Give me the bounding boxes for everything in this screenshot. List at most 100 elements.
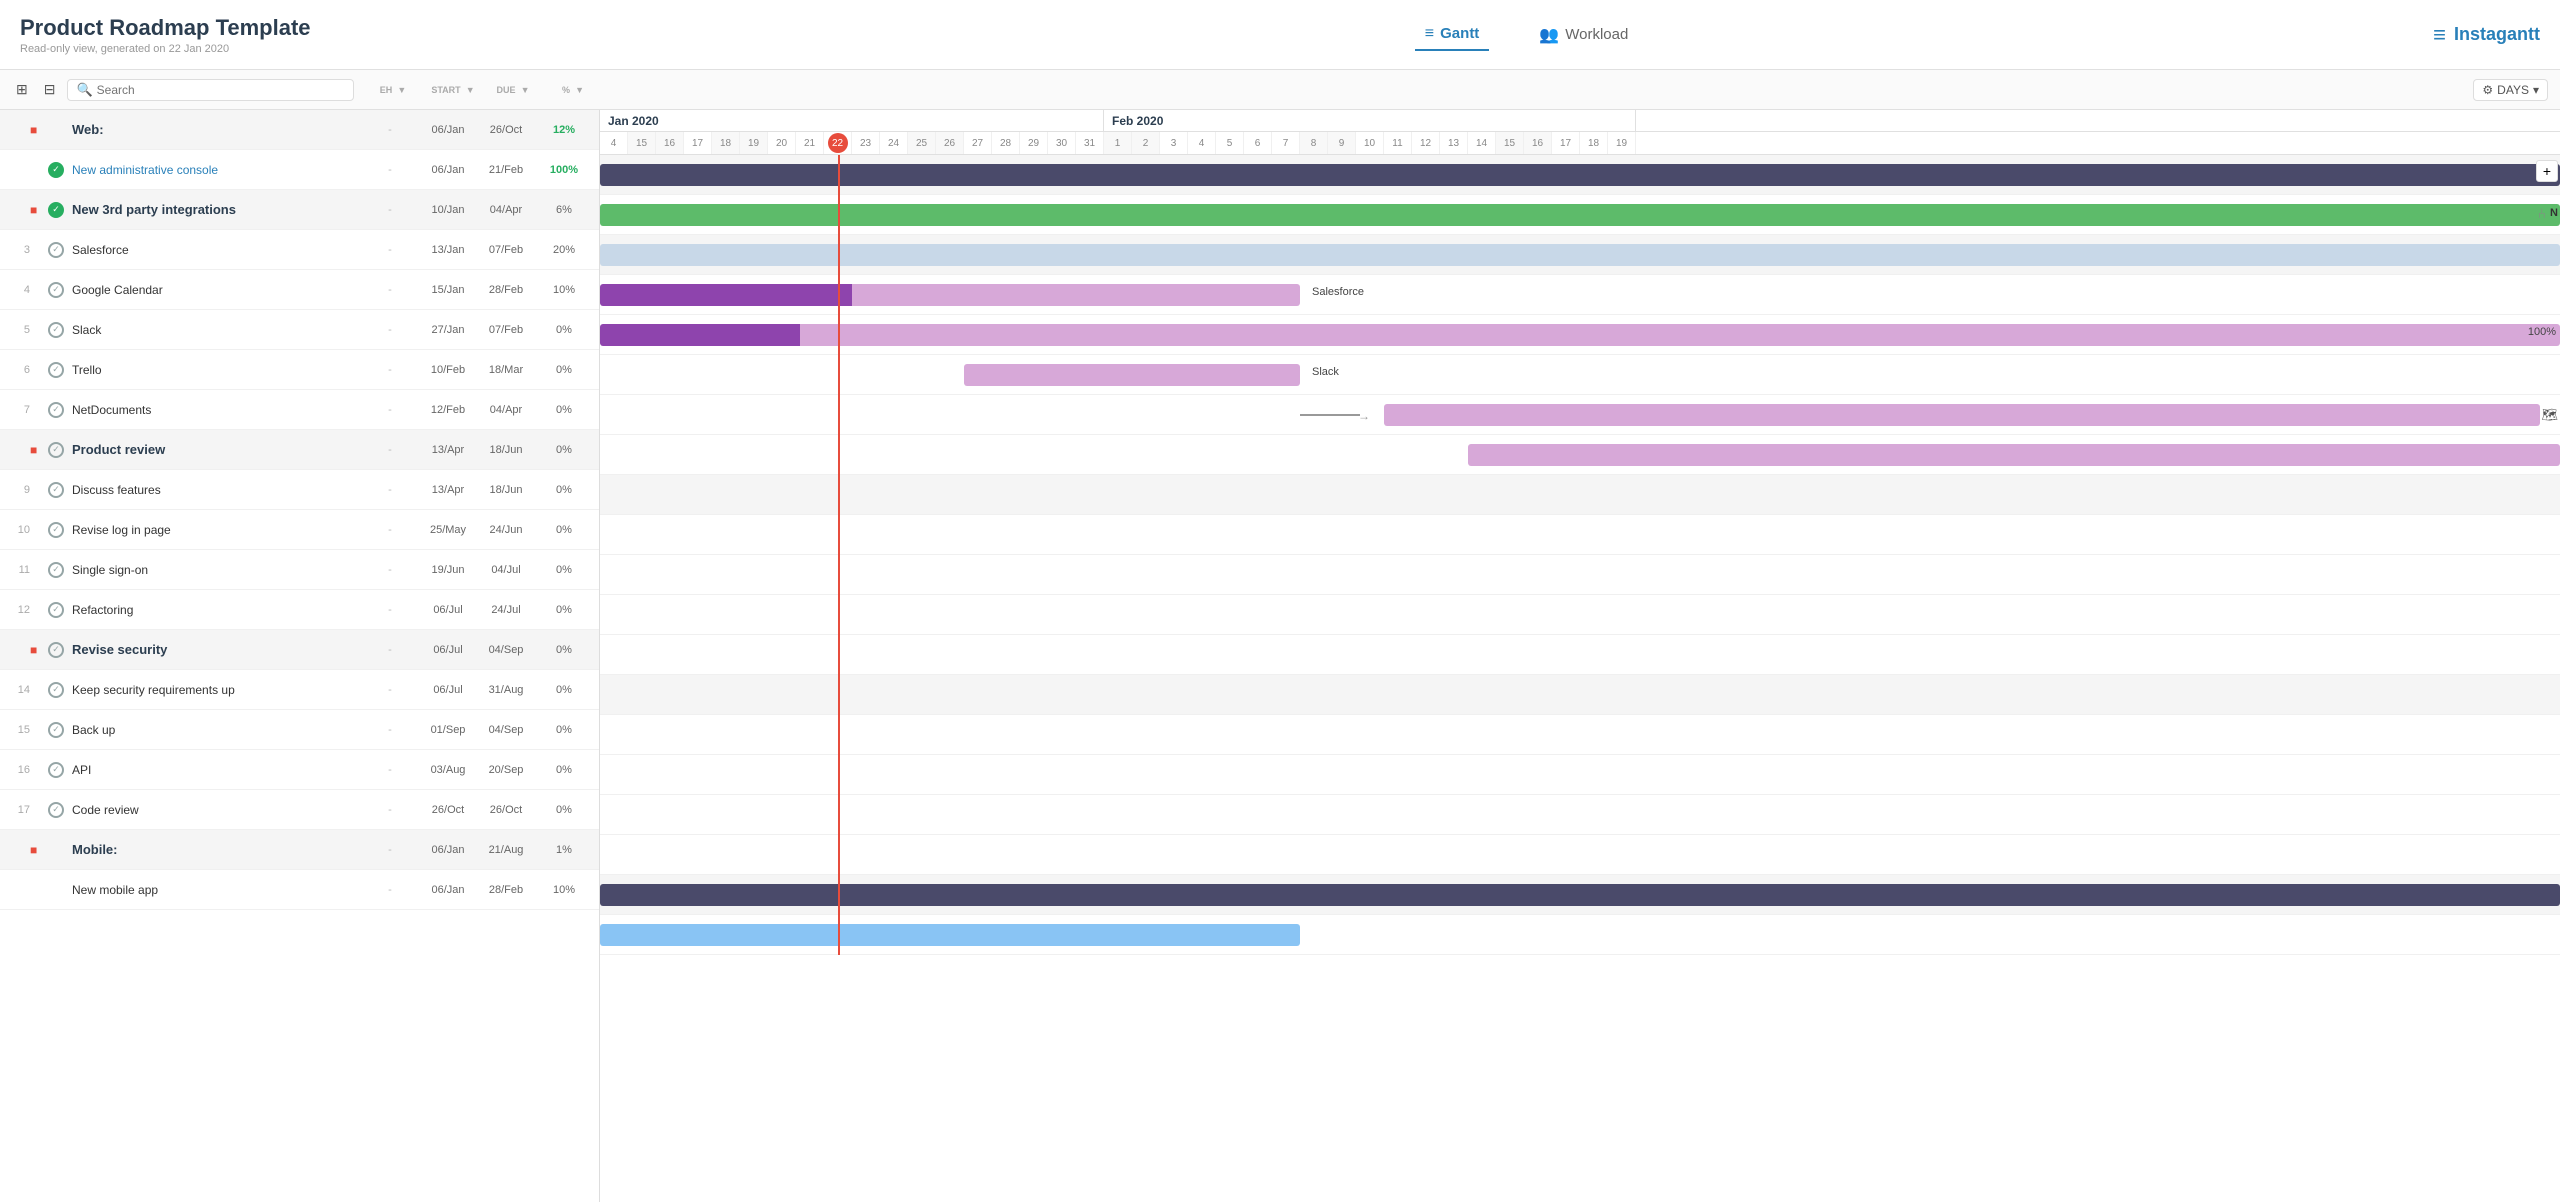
workload-tab-label: Workload — [1565, 26, 1628, 43]
task-pct: 10% — [535, 884, 593, 896]
gantt-day: 31 — [1076, 132, 1104, 154]
gantt-row-slack: Slack — [600, 355, 2560, 395]
task-start: 06/Jul — [419, 684, 477, 696]
task-pct: 6% — [535, 204, 593, 216]
gantt-rows-container: ⑃ N — [600, 155, 2560, 955]
task-start: 26/Oct — [419, 804, 477, 816]
gantt-bar-gcal-pink — [800, 324, 2560, 346]
gantt-day: 19 — [1608, 132, 1636, 154]
gantt-row-google-cal: ◀ 100% — [600, 315, 2560, 355]
search-input[interactable] — [97, 83, 217, 97]
col-header-start[interactable]: START ▼ — [422, 84, 482, 96]
gantt-bar-slack — [964, 364, 1300, 386]
today-line — [838, 155, 840, 955]
expand-icon[interactable]: ■ — [30, 643, 48, 657]
connector-line — [1300, 414, 1360, 416]
task-name: Product review — [68, 442, 361, 457]
task-name: Refactoring — [68, 603, 361, 617]
task-eh: - — [361, 244, 419, 256]
gantt-header: Jan 2020 Feb 2020 4 15 16 17 18 19 20 21… — [600, 110, 2560, 155]
gantt-row-web — [600, 155, 2560, 195]
gantt-row-mobile-app — [600, 915, 2560, 955]
task-due: 26/Oct — [477, 124, 535, 136]
task-start: 03/Aug — [419, 764, 477, 776]
table-row: 11 ✓ Single sign-on - 19/Jun 04/Jul 0% — [0, 550, 599, 590]
arrow-right: → — [1358, 409, 1370, 423]
gear-icon: ⚙ — [2482, 83, 2493, 97]
gantt-bar-trello — [1384, 404, 2540, 426]
gantt-day: 13 — [1440, 132, 1468, 154]
task-due: 18/Jun — [477, 484, 535, 496]
task-pct: 12% — [535, 124, 593, 136]
status-icon: ✓ — [48, 442, 68, 458]
task-eh: - — [361, 644, 419, 656]
gantt-row-revise-security — [600, 675, 2560, 715]
task-start: 12/Feb — [419, 404, 477, 416]
task-start: 25/May — [419, 524, 477, 536]
gantt-row-refactoring — [600, 635, 2560, 675]
table-row: ✓ New administrative console - 06/Jan 21… — [0, 150, 599, 190]
task-due: 24/Jul — [477, 604, 535, 616]
gantt-tab-label: Gantt — [1440, 25, 1479, 42]
gantt-day: 19 — [740, 132, 768, 154]
task-eh: - — [361, 804, 419, 816]
zoom-in-button[interactable]: + — [2536, 160, 2558, 182]
task-due: 26/Oct — [477, 804, 535, 816]
expand-icon[interactable]: ■ — [30, 443, 48, 457]
task-start: 13/Jan — [419, 244, 477, 256]
task-due: 28/Feb — [477, 284, 535, 296]
task-eh: - — [361, 844, 419, 856]
gantt-day: 6 — [1244, 132, 1272, 154]
task-start: 06/Jan — [419, 164, 477, 176]
task-name: API — [68, 763, 361, 777]
days-label: DAYS — [2497, 83, 2529, 97]
expand-icon[interactable]: ■ — [30, 843, 48, 857]
days-button[interactable]: ⚙ DAYS ▾ — [2473, 79, 2548, 101]
task-list: ■ Web: - 06/Jan 26/Oct 12% ✓ New adminis… — [0, 110, 600, 1202]
task-eh: - — [361, 204, 419, 216]
gantt-bar-gcal-purple — [600, 324, 800, 346]
col-header-due[interactable]: DUE ▼ — [482, 84, 542, 96]
tab-gantt[interactable]: ≡ Gantt — [1415, 19, 1490, 51]
col-header-eh[interactable]: EH ▼ — [362, 84, 422, 96]
tab-workload[interactable]: 👥 Workload — [1529, 19, 1638, 51]
task-name: Keep security requirements up — [68, 683, 361, 697]
task-name: Single sign-on — [68, 563, 361, 577]
task-name: Revise log in page — [68, 523, 361, 537]
table-row: 7 ✓ NetDocuments - 12/Feb 04/Apr 0% — [0, 390, 599, 430]
task-name: Back up — [68, 723, 361, 737]
gantt-bar-mobile-app — [600, 924, 1300, 946]
task-name: Code review — [68, 803, 361, 817]
status-icon: ✓ — [48, 402, 68, 418]
gantt-day: 27 — [964, 132, 992, 154]
task-due: 21/Aug — [477, 844, 535, 856]
add-task-button[interactable]: ⊞ — [12, 79, 32, 100]
remove-task-button[interactable]: ⊟ — [40, 79, 60, 100]
task-due: 04/Jul — [477, 564, 535, 576]
task-name: New administrative console — [68, 163, 361, 177]
gantt-row-discuss-features — [600, 515, 2560, 555]
gantt-day: 15 — [628, 132, 656, 154]
gantt-day: 16 — [1524, 132, 1552, 154]
gantt-row-salesforce: Salesforce — [600, 275, 2560, 315]
task-eh: - — [361, 164, 419, 176]
gantt-row-admin-console: ⑃ N — [600, 195, 2560, 235]
table-row: 6 ✓ Trello - 10/Feb 18/Mar 0% — [0, 350, 599, 390]
status-icon: ✓ — [48, 642, 68, 658]
task-due: 04/Sep — [477, 724, 535, 736]
gantt-day: 29 — [1020, 132, 1048, 154]
gantt-row-netdocs — [600, 435, 2560, 475]
task-pct: 0% — [535, 404, 593, 416]
expand-icon[interactable]: ■ — [30, 123, 48, 137]
expand-icon[interactable]: ■ — [30, 203, 48, 217]
gantt-row-backup — [600, 755, 2560, 795]
col-header-pct[interactable]: % ▼ — [542, 84, 602, 96]
table-row: ■ ✓ Product review - 13/Apr 18/Jun 0% — [0, 430, 599, 470]
main-content: ■ Web: - 06/Jan 26/Oct 12% ✓ New adminis… — [0, 110, 2560, 1202]
task-start: 06/Jul — [419, 644, 477, 656]
gantt-day: 26 — [936, 132, 964, 154]
task-start: 27/Jan — [419, 324, 477, 336]
gantt-row-keep-security — [600, 715, 2560, 755]
task-pct: 0% — [535, 484, 593, 496]
gantt-day-today: 22 — [824, 132, 852, 154]
